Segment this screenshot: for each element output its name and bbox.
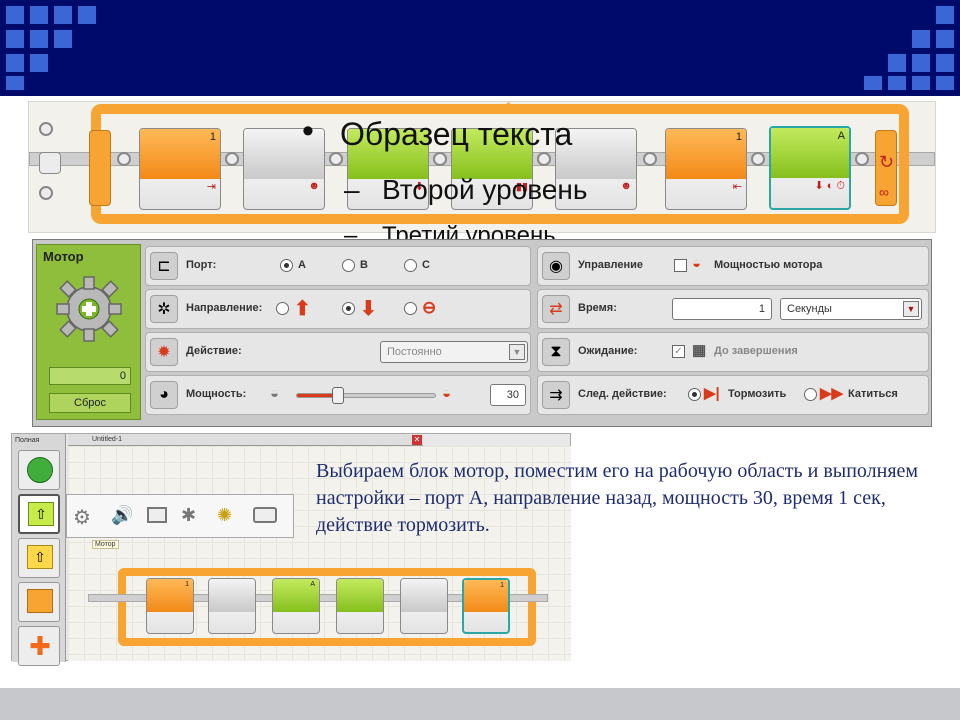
brake-icon: ▶| — [704, 385, 720, 402]
motor-settings-panel: Мотор 0 Сброс ⊏ Порт: A B C ✲ Направлени… — [32, 239, 932, 427]
power-slider-thumb[interactable] — [332, 387, 344, 404]
action-icon: ✹ — [150, 338, 178, 366]
reset-button[interactable]: Сброс — [49, 393, 131, 413]
chevron-down-icon: ▼ — [903, 301, 919, 317]
port-a-radio[interactable] — [280, 259, 293, 272]
slide: ◀ ↻ ∞ 1 ⇥ ☻ ⬇ ▮▮ ☻ 1 ⇤ A ⬇ ◐ ⏱ • Образец… — [0, 0, 960, 720]
coast-icon: ▶▶ — [820, 385, 844, 402]
duration-input[interactable]: 1 — [672, 298, 772, 320]
caption-text: Выбираем блок мотор, поместим его на раб… — [316, 460, 919, 536]
next-action-label: След. действие: — [578, 388, 667, 400]
wait-option-label: До завершения — [714, 345, 798, 357]
block-number: 1 — [500, 582, 504, 589]
arrow-up-icon: ⬆ — [294, 298, 311, 320]
control-label: Управление — [578, 259, 644, 271]
port-b-radio[interactable] — [342, 259, 355, 272]
palette-data-button[interactable]: ✚ — [18, 626, 60, 666]
motor-power-checkbox[interactable] — [674, 259, 687, 272]
power-input[interactable]: 30 — [490, 384, 526, 406]
palette-sensor-button[interactable]: ⇧ — [18, 538, 60, 578]
palette-common-button[interactable] — [18, 450, 60, 490]
slide-footer-band — [0, 688, 960, 720]
send-message-icon[interactable]: ✱ — [181, 505, 196, 526]
direction-stop-radio[interactable] — [404, 302, 417, 315]
power-row: ◕ Мощность: ◒ ◒ 30 — [145, 375, 531, 415]
control-row: ◉ Управление ◒ Мощностью мотора — [537, 246, 929, 286]
next-action-row: ⇉ След. действие: ▶| Тормозить ▶▶ Катить… — [537, 375, 929, 415]
direction-label: Направление: — [186, 302, 263, 314]
wait-label: Ожидание: — [578, 345, 638, 357]
action-row: ✹ Действие: Постоянно ▼ — [145, 332, 531, 372]
palette-label: Полная — [15, 437, 40, 444]
duration-label: Время: — [578, 302, 617, 314]
bullet-marker: – — [344, 222, 358, 239]
port-icon: ⊏ — [150, 252, 178, 280]
ide-program-block: 1 — [146, 578, 194, 634]
brake-label: Тормозить — [728, 388, 787, 400]
block-number: A — [310, 581, 315, 588]
speedometer-icon: ◒ — [692, 255, 702, 272]
port-label: Порт: — [186, 259, 217, 271]
motor-summary: Мотор 0 Сброс — [36, 244, 141, 420]
port-c-label: C — [422, 259, 430, 271]
chevron-down-icon: ▼ — [509, 344, 525, 360]
action-dropdown-value: Постоянно — [387, 346, 442, 358]
ide-program-block: 1 — [462, 578, 510, 634]
coast-label: Катиться — [848, 388, 898, 400]
palette-action-button[interactable]: ⇧ — [18, 494, 60, 534]
port-c-radio[interactable] — [404, 259, 417, 272]
close-icon[interactable]: ✕ — [412, 435, 422, 445]
ide-program-block: A — [272, 578, 320, 634]
motor-title: Мотор — [43, 249, 84, 264]
power-label: Мощность: — [186, 388, 247, 400]
action-dropdown[interactable]: Постоянно ▼ — [380, 341, 528, 363]
lamp-icon[interactable]: ✺ — [217, 505, 232, 526]
arrow-down-icon: ⬇ — [360, 298, 377, 320]
direction-row: ✲ Направление: ⬆ ⬇ ⊖ — [145, 289, 531, 329]
fast-speed-icon: ◒ — [442, 385, 452, 402]
next-action-icon: ⇉ — [542, 381, 570, 409]
port-a-label: A — [298, 259, 306, 271]
coast-radio[interactable] — [804, 388, 817, 401]
wait-checkbox[interactable]: ✓ — [672, 345, 685, 358]
port-row: ⊏ Порт: A B C — [145, 246, 531, 286]
port-b-label: B — [360, 259, 368, 271]
power-slider-track[interactable] — [296, 387, 436, 404]
duration-icon: ⇄ — [542, 295, 570, 323]
camera-icon[interactable] — [253, 507, 277, 523]
ide-tab[interactable]: Untitled-1 — [68, 434, 423, 446]
display-icon[interactable] — [147, 507, 167, 523]
action-blocks-flyout: ⚙ 🔊 ✱ ✺ — [66, 494, 294, 538]
ide-program-block — [336, 578, 384, 634]
gear-icon — [56, 276, 122, 342]
slow-speed-icon: ◒ — [270, 385, 280, 402]
motor-tooltip: Мотор — [92, 540, 119, 549]
wait-row: ⧗ Ожидание: ✓ ▦ До завершения — [537, 332, 929, 372]
power-icon: ◕ — [150, 381, 178, 409]
block-palette: Полная ⇧ ⇧ ✚ — [12, 434, 66, 666]
direction-backward-radio[interactable] — [342, 302, 355, 315]
hourglass-icon: ⧗ — [542, 338, 570, 366]
sound-icon[interactable]: 🔊 — [111, 505, 133, 526]
ide-program-block — [208, 578, 256, 634]
palette-flow-button[interactable] — [18, 582, 60, 622]
direction-forward-radio[interactable] — [276, 302, 289, 315]
direction-icon: ✲ — [150, 295, 178, 323]
ide-program-block — [400, 578, 448, 634]
brake-radio[interactable] — [688, 388, 701, 401]
duration-unit-value: Секунды — [787, 303, 832, 315]
placeholder-level3: – Третий уровень — [0, 0, 960, 239]
placeholder-level3-text: Третий уровень — [382, 222, 556, 239]
motor-value-readout: 0 — [49, 367, 131, 385]
block-number: 1 — [185, 581, 189, 588]
duration-row: ⇄ Время: 1 Секунды ▼ — [537, 289, 929, 329]
eye-icon: ◉ — [542, 252, 570, 280]
stop-icon: ⊖ — [422, 298, 437, 317]
checkered-flag-icon: ▦ — [692, 342, 707, 359]
motor-gear-icon[interactable]: ⚙ — [73, 505, 91, 530]
duration-unit-dropdown[interactable]: Секунды ▼ — [780, 298, 922, 320]
action-label: Действие: — [186, 345, 242, 357]
control-option-label: Мощностью мотора — [714, 259, 823, 271]
